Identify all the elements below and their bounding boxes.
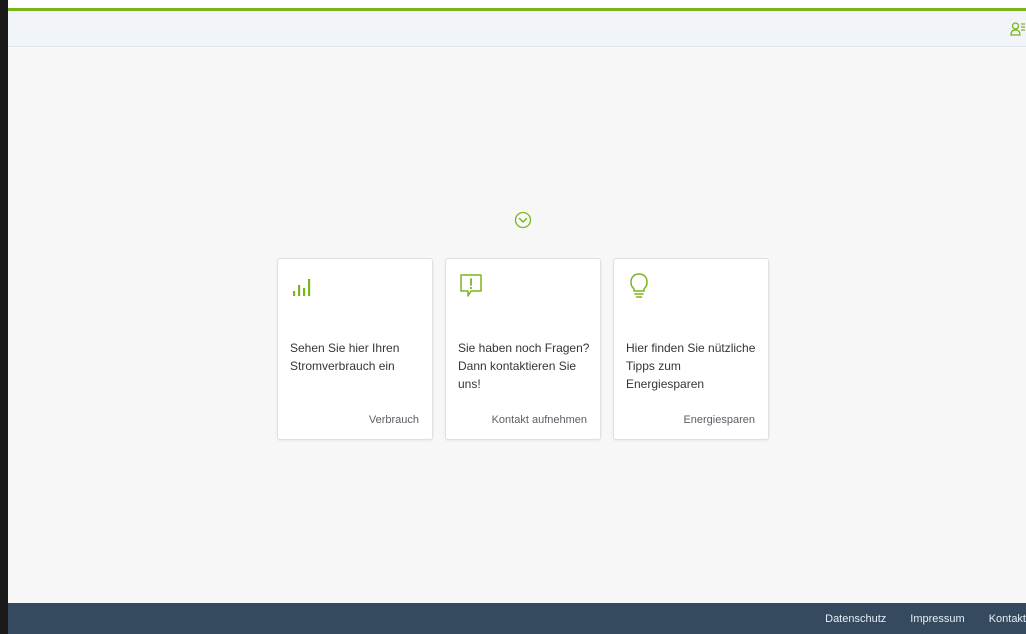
lightbulb-icon [630,273,648,298]
footer-link-privacy[interactable]: Datenschutz [825,613,886,625]
tile-contact[interactable]: Sie haben noch Fragen? Dann kontaktieren… [445,258,601,440]
tile-consumption[interactable]: Sehen Sie hier Ihren Stromverbrauch ein … [277,258,433,440]
user-settings-icon[interactable] [1010,21,1026,37]
tile-energy-saving[interactable]: Hier finden Sie nützliche Tipps zum Ener… [613,258,769,440]
header-bar [8,11,1026,47]
tile-energy-saving-link[interactable]: Energiesparen [683,414,755,426]
footer-link-imprint[interactable]: Impressum [910,613,964,625]
tile-energy-saving-text: Hier finden Sie nützliche Tipps zum Ener… [626,341,756,391]
chevron-down-circle-icon[interactable] [514,211,532,229]
tile-consumption-link[interactable]: Verbrauch [369,414,419,426]
top-strip [8,0,1026,8]
main-content: Sehen Sie hier Ihren Stromverbrauch ein … [8,47,1026,603]
speech-alert-icon [460,274,482,297]
tile-contact-text: Sie haben noch Fragen? Dann kontaktieren… [458,341,590,391]
app-window: Sehen Sie hier Ihren Stromverbrauch ein … [8,0,1026,634]
footer-link-contact[interactable]: Kontakt [989,613,1026,625]
tile-container: Sehen Sie hier Ihren Stromverbrauch ein … [277,258,769,440]
bar-chart-icon [293,279,311,296]
footer-bar: Datenschutz Impressum Kontakt [8,603,1026,634]
tile-consumption-text: Sehen Sie hier Ihren Stromverbrauch ein [290,341,400,373]
footer-links: Datenschutz Impressum Kontakt [825,603,1026,634]
tile-contact-link[interactable]: Kontakt aufnehmen [492,414,587,426]
